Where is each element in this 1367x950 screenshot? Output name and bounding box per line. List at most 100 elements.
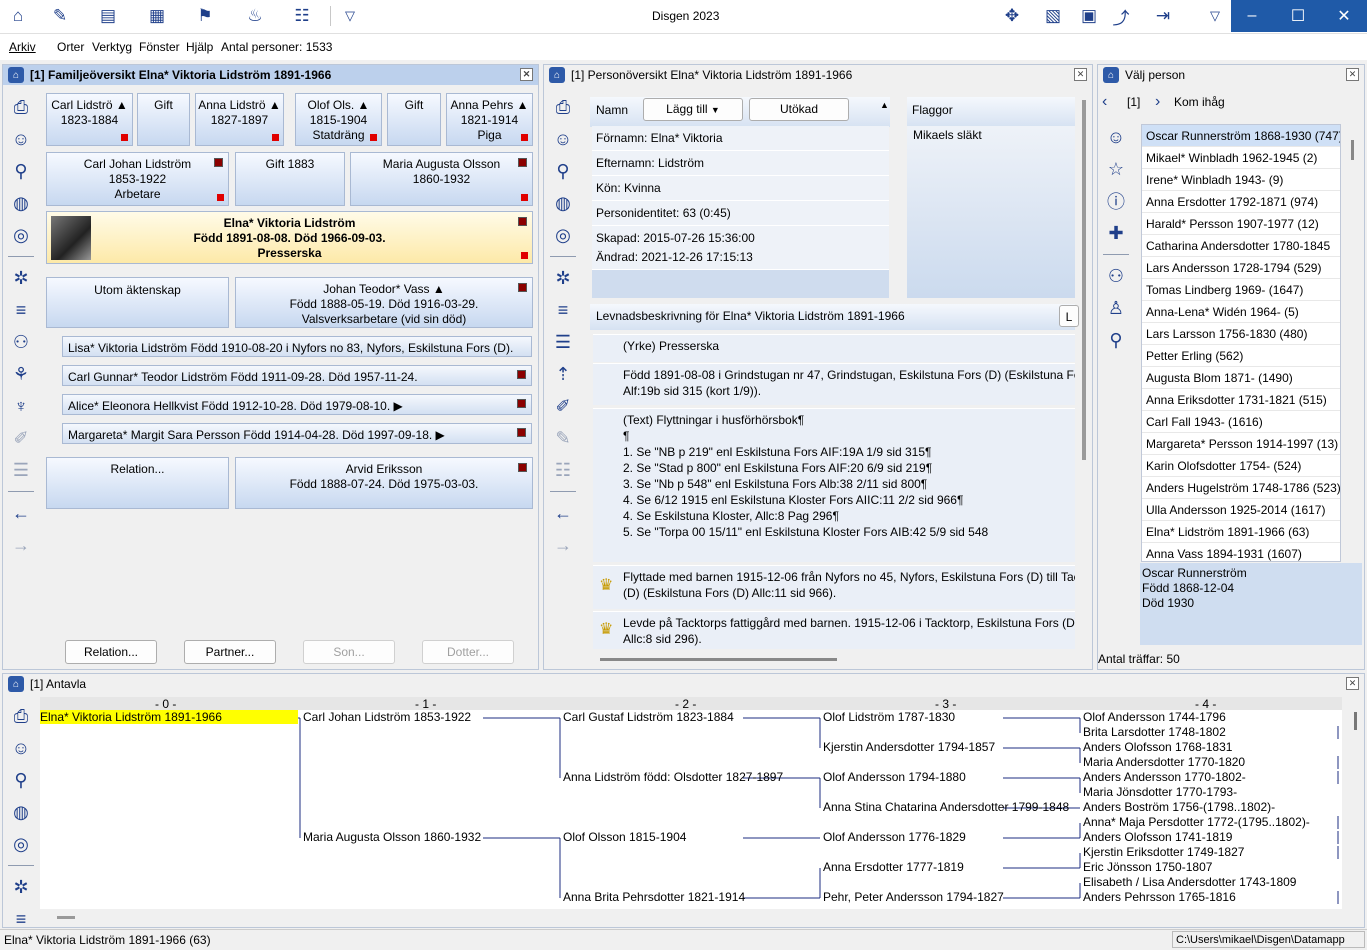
add-dropdown[interactable]: Lägg till ▼ — [643, 98, 743, 121]
flag-icon[interactable]: ⚑ — [192, 4, 218, 28]
partner-button[interactable]: Partner... — [184, 640, 276, 664]
ancestor-node[interactable]: Olof Olsson 1815-1904 — [563, 830, 686, 844]
ancestor-node[interactable]: Anders Andersson 1770-1802- — [1083, 770, 1246, 784]
person-icon[interactable]: ☺ — [550, 126, 576, 152]
extended-button[interactable]: Utökad — [749, 98, 849, 121]
print-icon[interactable]: ⎙ — [550, 94, 576, 120]
person-star-icon[interactable]: ☆ — [1103, 156, 1129, 182]
person-list-item[interactable]: Anna Vass 1894-1931 (1607) — [1142, 543, 1340, 561]
ancestor-node[interactable]: Brita Larsdotter 1748-1802 — [1083, 725, 1226, 739]
vertical-scrollbar[interactable] — [1082, 100, 1086, 460]
bio-entry[interactable]: ♛ Levde på Tacktorps fattiggård med barn… — [593, 611, 1075, 649]
tree-icon[interactable]: ⚘ — [8, 361, 34, 387]
close-icon[interactable]: ✕ — [1074, 68, 1087, 81]
globe-icon[interactable]: ◍ — [8, 799, 34, 825]
person-outline-icon[interactable]: ♙ — [1103, 295, 1129, 321]
group-icon[interactable]: ⚇ — [1103, 263, 1129, 289]
mother-card[interactable]: Maria Augusta Olsson 1860-1932 — [350, 152, 533, 206]
field-id[interactable]: Personidentitet: 63 (0:45) — [592, 201, 889, 226]
bio-entry[interactable]: (Text) Flyttningar i husförhörsbok¶ ¶ 1.… — [593, 408, 1075, 562]
person-list-item[interactable]: Margareta* Persson 1914-1997 (13) — [1142, 433, 1340, 455]
globe-window-icon[interactable]: ◎ — [550, 222, 576, 248]
settings-icon[interactable]: ✲ — [550, 265, 576, 291]
print-icon[interactable]: ⎙ — [8, 703, 34, 729]
close-icon[interactable]: ✕ — [1346, 677, 1359, 690]
grid-off-icon[interactable]: ▧ — [1040, 4, 1066, 28]
child-row[interactable]: Margareta* Margit Sara Persson Född 1914… — [62, 423, 532, 444]
close-icon[interactable]: ✕ — [520, 68, 533, 81]
ancestor-node[interactable]: Anders Boström 1756-(1798..1802)- — [1083, 800, 1275, 814]
person-list-item[interactable]: Catharina Andersdotter 1780-1845 — [1142, 235, 1340, 257]
person-list-item[interactable]: Elna* Lidström 1891-1966 (63) — [1142, 521, 1340, 543]
water-icon[interactable]: ♨ — [242, 4, 268, 28]
person-list-item[interactable]: Carl Fall 1943- (1616) — [1142, 411, 1340, 433]
maximize-button[interactable]: ☐ — [1275, 0, 1321, 32]
globe-icon[interactable]: ◍ — [8, 190, 34, 216]
person-add-icon[interactable]: ✚ — [1103, 220, 1129, 246]
ancestor-node[interactable]: Olof Andersson 1744-1796 — [1083, 710, 1226, 724]
field-firstname[interactable]: Förnamn: Elna* Viktoria — [592, 126, 889, 151]
chevron-down-icon[interactable]: ▽ — [1202, 4, 1228, 28]
search-icon[interactable]: ⚲ — [1103, 327, 1129, 353]
chart-scrollbar[interactable] — [1354, 712, 1357, 730]
menu-hjalp[interactable]: Hjälp — [186, 40, 213, 54]
checklist-icon[interactable]: ☷ — [289, 4, 315, 28]
chevron-down-icon[interactable]: ▽ — [337, 4, 363, 28]
outside-marriage-card[interactable]: Utom äktenskap — [46, 277, 229, 328]
export-icon[interactable]: ⇥ — [1150, 4, 1176, 28]
move-icon[interactable]: ✥ — [999, 4, 1025, 28]
person-list-item[interactable]: Petter Erling (562) — [1142, 345, 1340, 367]
marriage-card[interactable]: Gift — [387, 93, 441, 146]
forward-arrow-icon[interactable]: › — [1155, 93, 1160, 111]
person-list-item[interactable]: Anna-Lena* Widén 1964- (5) — [1142, 301, 1340, 323]
person-list-item[interactable]: Karin Olofsdotter 1754- (524) — [1142, 455, 1340, 477]
ancestor-node[interactable]: Maria Andersdotter 1770-1820 — [1083, 755, 1245, 769]
person-list-item[interactable]: Tomas Lindberg 1969- (1647) — [1142, 279, 1340, 301]
document-icon[interactable]: ✐ — [550, 393, 576, 419]
person-list-item[interactable]: Lars Larsson 1756-1830 (480) — [1142, 323, 1340, 345]
main-person-card[interactable]: Elna* Viktoria Lidström Född 1891-08-08.… — [46, 211, 533, 264]
person-search-icon[interactable]: ☺ — [1103, 124, 1129, 150]
menu-verktyg[interactable]: Verktyg — [92, 40, 132, 54]
edit-person-icon[interactable]: ✎ — [47, 4, 73, 28]
ancestor-node[interactable]: Carl Johan Lidström 1853-1922 — [303, 710, 471, 724]
person-list-item[interactable]: Anders Hugelström 1748-1786 (523) — [1142, 477, 1340, 499]
ancestor-node[interactable]: Anna Brita Pehrsdotter 1821-1914 — [563, 890, 745, 904]
close-icon[interactable]: ✕ — [1346, 68, 1359, 81]
ancestor-node[interactable]: Carl Gustaf Lidström 1823-1884 — [563, 710, 734, 724]
ancestor-node[interactable]: Anna* Maja Persdotter 1772-(1795..1802)- — [1083, 815, 1310, 829]
menu-arkiv[interactable]: Arkiv — [9, 40, 36, 54]
settings-icon[interactable]: ✲ — [8, 874, 34, 900]
relation-button[interactable]: Relation... — [65, 640, 157, 664]
marriage-card[interactable]: Gift — [137, 93, 190, 146]
back-arrow-icon[interactable]: ‹ — [1102, 93, 1107, 111]
person-list-item[interactable]: Ulla Andersson 1925-2014 (1617) — [1142, 499, 1340, 521]
person-list-item[interactable]: Irene* Winbladh 1943- (9) — [1142, 169, 1340, 191]
print-icon[interactable]: ⎙ — [8, 94, 34, 120]
flags-list[interactable] — [907, 126, 1075, 298]
menu-icon[interactable]: ≡ — [550, 297, 576, 323]
spouse-card[interactable]: Johan Teodor* Vass ▲ Född 1888-05-19. Död… — [235, 277, 533, 328]
person-icon[interactable]: ☺ — [8, 126, 34, 152]
person-list-item[interactable]: Lars Andersson 1728-1794 (529) — [1142, 257, 1340, 279]
field-gender[interactable]: Kön: Kvinna — [592, 176, 889, 201]
bio-entry[interactable]: (Yrke) Presserska — [593, 334, 1075, 362]
person-list-item[interactable]: Augusta Blom 1871- (1490) — [1142, 367, 1340, 389]
list-icon[interactable]: ☰ — [550, 329, 576, 355]
notes-icon[interactable]: ▤ — [95, 4, 121, 28]
search-icon[interactable]: ⚲ — [550, 158, 576, 184]
person-list-item[interactable]: Oscar Runnerström 1868-1930 (747) — [1142, 125, 1340, 147]
ancestor-node[interactable]: Pehr, Peter Andersson 1794-1827 — [823, 890, 1004, 904]
back-arrow-icon[interactable]: ← — [8, 500, 34, 526]
menu-orter[interactable]: Orter — [57, 40, 84, 54]
share-icon[interactable]: ⤴ — [1108, 4, 1134, 28]
chart-hscrollbar[interactable] — [57, 916, 75, 919]
ancestor-node[interactable]: Anna Ersdotter 1777-1819 — [823, 860, 964, 874]
ancestor-node[interactable]: Anna Lidström född: Olsdotter 1827-1897 — [563, 770, 783, 784]
ancestor-node[interactable]: Maria Augusta Olsson 1860-1932 — [303, 830, 481, 844]
father-card[interactable]: Carl Johan Lidström 1853-1922 Arbetare — [46, 152, 229, 206]
list-scrollbar[interactable] — [1351, 140, 1354, 160]
child-row[interactable]: Alice* Eleonora Hellkvist Född 1912-10-2… — [62, 394, 532, 415]
grandparent-card[interactable]: Anna Lidströ ▲ 1827-1897 — [195, 93, 284, 146]
search-icon[interactable]: ⚲ — [8, 158, 34, 184]
